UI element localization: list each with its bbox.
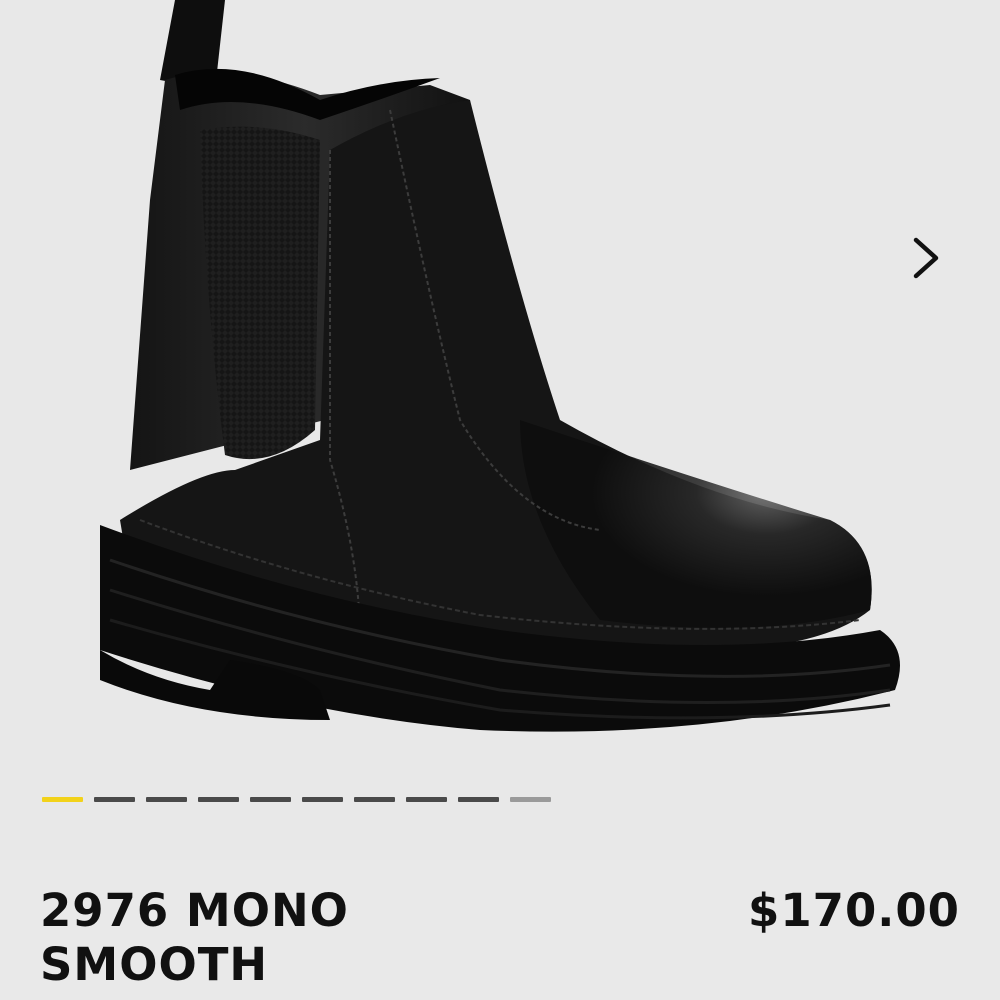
pager-dot-10[interactable] [510, 797, 551, 802]
pager-dot-8[interactable] [406, 797, 447, 802]
product-title: 2976 MONO SMOOTH [40, 884, 560, 992]
pager-dot-5[interactable] [250, 797, 291, 802]
product-price: $170.00 [748, 884, 960, 937]
product-image-boot [100, 0, 900, 732]
pager-dot-3[interactable] [146, 797, 187, 802]
product-title-line-2: SMOOTH [40, 938, 269, 991]
pager-dot-9[interactable] [458, 797, 499, 802]
next-image-button[interactable] [896, 228, 956, 288]
image-pager [42, 797, 551, 802]
product-gallery[interactable] [0, 0, 1000, 860]
pager-dot-6[interactable] [302, 797, 343, 802]
pager-dot-2[interactable] [94, 797, 135, 802]
pager-dot-7[interactable] [354, 797, 395, 802]
pager-dot-4[interactable] [198, 797, 239, 802]
chevron-right-icon [913, 237, 939, 279]
product-title-line-1: 2976 MONO [40, 884, 349, 937]
pager-dot-1[interactable] [42, 797, 83, 802]
